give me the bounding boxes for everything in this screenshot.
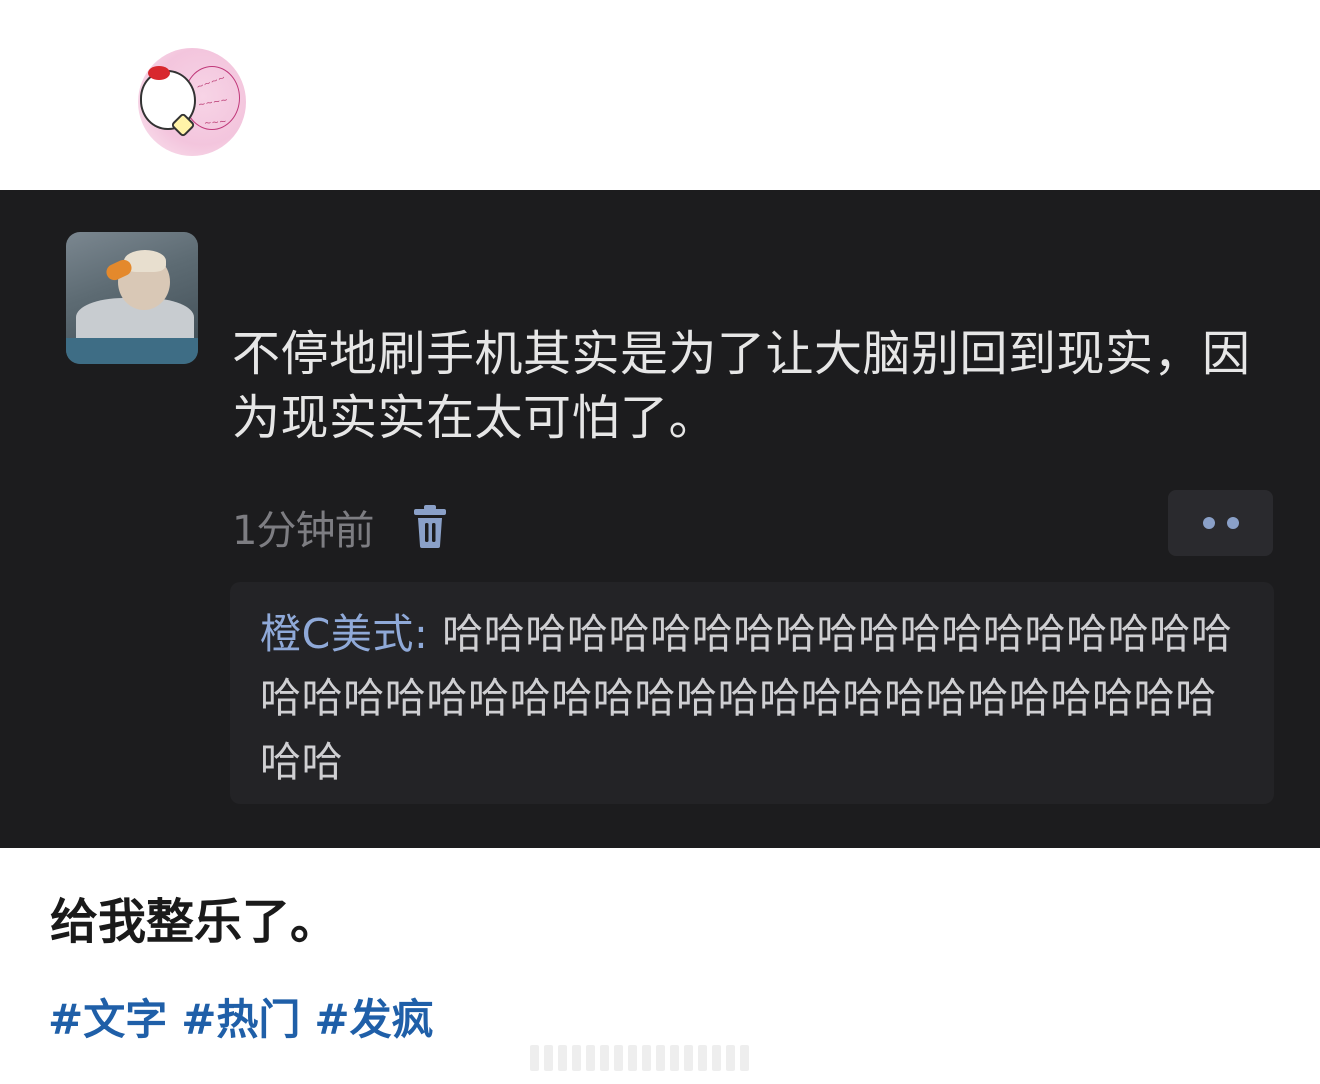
tag-link[interactable]: #发疯 — [314, 990, 433, 1050]
reply-author[interactable]: 橙C美式: — [260, 610, 428, 658]
post-caption: 给我整乐了。 — [50, 894, 339, 950]
profile-avatar[interactable]: ~~~~ ~~~~ ~~~ — [138, 48, 246, 156]
reply-box[interactable]: 橙C美式: 哈哈哈哈哈哈哈哈哈哈哈哈哈哈哈哈哈哈哈哈哈哈哈哈哈哈哈哈哈哈哈哈哈哈… — [230, 582, 1274, 804]
avatar-bow — [148, 66, 170, 80]
comment-screenshot: 不停地刷手机其实是为了让大脑别回到现实，因为现实实在太可怕了。 1分钟前 橙C美… — [0, 190, 1320, 848]
more-button[interactable] — [1168, 490, 1273, 556]
comment-timestamp: 1分钟前 — [232, 508, 374, 554]
tag-link[interactable]: #热门 — [181, 990, 300, 1050]
comment-meta: 1分钟前 — [232, 502, 449, 554]
tag-link[interactable]: #文字 — [48, 990, 167, 1050]
watermark — [530, 1040, 790, 1076]
more-dots-icon — [1226, 517, 1239, 529]
more-dots-icon — [1202, 517, 1215, 529]
commenter-avatar[interactable] — [66, 232, 198, 364]
reply-content: 橙C美式: 哈哈哈哈哈哈哈哈哈哈哈哈哈哈哈哈哈哈哈哈哈哈哈哈哈哈哈哈哈哈哈哈哈哈… — [260, 602, 1250, 794]
avatar-seat — [66, 338, 198, 364]
trash-icon[interactable] — [411, 505, 449, 549]
avatar-scribble: ~~~ — [203, 117, 228, 129]
comment-text: 不停地刷手机其实是为了让大脑别回到现实，因为现实实在太可怕了。 — [232, 326, 1251, 446]
weibo-post: ~~~~ ~~~~ ~~~ 不停地刷手机其实是为了让大脑别回到现实，因为现实实在… — [0, 0, 1320, 1084]
post-tags: #文字 #热门 #发疯 — [48, 990, 434, 1050]
